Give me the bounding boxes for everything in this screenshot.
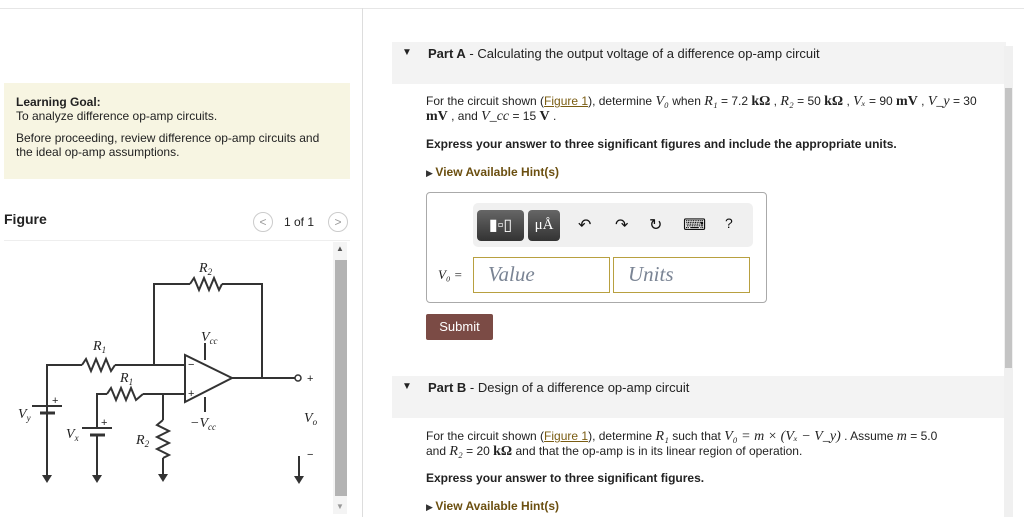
figure-link[interactable]: Figure 1: [544, 429, 588, 443]
collapse-triangle-icon: ▼: [402, 381, 412, 392]
redo-icon[interactable]: ↷: [615, 215, 628, 235]
scroll-down-icon[interactable]: ▼: [336, 502, 344, 511]
label-vy: Vy: [18, 407, 31, 423]
part-a-instruction: Express your answer to three significant…: [426, 137, 897, 151]
ground-arrow-icon: [92, 475, 102, 483]
feedback-wire: [153, 283, 190, 365]
part-a-label: Part A: [428, 46, 466, 61]
ground-arrow-icon: [158, 474, 168, 482]
figure-pager: 1 of 1: [284, 215, 315, 229]
r2-ground-resistor: [154, 419, 172, 459]
part-a-hints-link[interactable]: ▶ View Available Hint(s): [426, 165, 986, 181]
r2-feedback-resistor: [189, 275, 223, 293]
part-b-instruction: Express your answer to three significant…: [426, 471, 705, 485]
output-terminal: [294, 374, 302, 382]
expand-triangle-icon: ▶: [426, 168, 436, 178]
r1-top-resistor: [81, 356, 116, 374]
circuit-diagram: R2 R1 R1 R2 Vcc −Vcc Vy Vx Vo + + + − + …: [18, 261, 318, 484]
page-scrollbar-thumb[interactable]: [1005, 88, 1012, 368]
help-icon[interactable]: ?: [725, 215, 733, 231]
part-b-title: - Design of a difference op-amp circuit: [466, 380, 690, 395]
vx-plus-sign: +: [101, 417, 107, 429]
next-figure-button[interactable]: >: [328, 212, 348, 232]
learning-goal-heading: Learning Goal:: [16, 95, 101, 109]
vo-plus-sign: +: [307, 373, 313, 385]
keyboard-icon[interactable]: ⌨: [683, 215, 706, 235]
opamp-plus-sign: +: [188, 388, 194, 400]
label-r1-top: R1: [92, 339, 106, 355]
vo-minus-sign: −: [307, 449, 313, 461]
submit-button[interactable]: Submit: [426, 314, 493, 340]
part-a-title: - Calculating the output voltage of a di…: [465, 46, 820, 61]
units-button[interactable]: μÅ: [528, 210, 560, 241]
label-r2-top: R2: [198, 261, 213, 277]
part-b-header[interactable]: ▼ Part B - Design of a difference op-amp…: [392, 376, 1006, 418]
part-a-header[interactable]: ▼ Part A - Calculating the output voltag…: [392, 42, 1006, 84]
vo-arrow-icon: [294, 476, 304, 484]
value-input[interactable]: Value: [473, 257, 610, 293]
expand-triangle-icon: ▶: [426, 502, 436, 512]
undo-icon[interactable]: ↶: [578, 215, 591, 235]
part-b-question: For the circuit shown (Figure 1), determ…: [426, 429, 938, 459]
figure-title: Figure: [4, 211, 47, 227]
scroll-up-icon[interactable]: ▲: [336, 244, 344, 253]
ground-arrow-icon: [42, 475, 52, 483]
panel-divider: [362, 8, 363, 517]
label-vo: Vo: [304, 411, 318, 427]
reset-icon[interactable]: ↻: [649, 215, 662, 235]
learning-goal-box: Learning Goal: To analyze difference op-…: [4, 83, 350, 179]
learning-goal-note: Before proceeding, review difference op-…: [16, 131, 320, 159]
label-r1-bottom: R1: [119, 371, 133, 387]
label-neg-vcc: −Vcc: [190, 416, 216, 432]
prev-figure-button[interactable]: <: [253, 212, 273, 232]
opamp-minus-sign: −: [188, 359, 194, 371]
figure-link[interactable]: Figure 1: [544, 94, 588, 108]
label-vx: Vx: [66, 427, 79, 443]
part-b-hints-link[interactable]: ▶ View Available Hint(s): [426, 499, 986, 515]
collapse-triangle-icon: ▼: [402, 47, 412, 58]
ground-arrows: [42, 474, 304, 484]
part-a-question: For the circuit shown (Figure 1), determ…: [426, 94, 977, 124]
answer-label: V₀ =: [438, 267, 463, 282]
templates-button[interactable]: ▮▫▯: [477, 210, 524, 241]
vy-plus-sign: +: [52, 395, 58, 407]
units-input[interactable]: Units: [613, 257, 750, 293]
label-r2-bottom: R2: [135, 433, 150, 449]
math-toolbar: ▮▫▯ μÅ ↶ ↷ ↻ ⌨ ?: [473, 203, 753, 247]
part-b-label: Part B: [428, 380, 467, 395]
label-vcc: Vcc: [201, 330, 218, 346]
learning-goal-text: To analyze difference op-amp circuits.: [16, 109, 218, 123]
figure-scrollbar-thumb[interactable]: [335, 260, 347, 496]
top-border: [0, 8, 1024, 9]
r1-bottom-resistor: [106, 385, 144, 403]
